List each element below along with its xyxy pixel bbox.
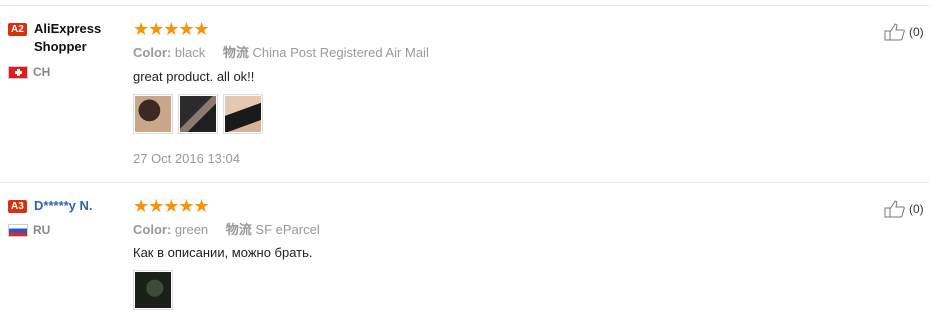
country-code: RU <box>33 223 51 237</box>
review-photo-thumbnail[interactable] <box>178 94 218 134</box>
review-content: ★★★★★ Color: black 物流 China Post Registe… <box>133 19 429 166</box>
review-date: 27 Oct 2016 13:04 <box>133 151 240 166</box>
buyer-level-badge: A3 <box>8 200 27 213</box>
review-meta: Color: black 物流 China Post Registered Ai… <box>133 42 429 61</box>
star-rating: ★★★★★ <box>133 196 210 216</box>
helpful-button[interactable]: (0) <box>884 200 924 218</box>
review-text: great product. all ok!! <box>133 69 255 84</box>
shipping-value: China Post Registered Air Mail <box>252 45 429 60</box>
color-label: Color: <box>133 45 172 60</box>
color-value: green <box>174 222 209 237</box>
thumb-up-icon <box>884 200 905 218</box>
star-rating: ★★★★★ <box>133 19 210 39</box>
review-photo-thumbnail[interactable] <box>223 94 263 134</box>
helpful-count: (0) <box>909 202 924 216</box>
review-content: ★★★★★ Color: green 物流 SF eParcel Как в о… <box>133 196 320 310</box>
top-divider <box>0 5 930 6</box>
review-photo-thumbnail[interactable] <box>133 270 173 310</box>
review-text: Как в описании, можно брать. <box>133 245 313 260</box>
reviewer-name[interactable]: D*****y N. <box>34 198 93 213</box>
helpful-count: (0) <box>909 25 924 39</box>
helpful-button[interactable]: (0) <box>884 23 924 41</box>
reviewer-info: A2 AliExpress Shopper CH <box>8 20 128 80</box>
reviewer-country: CH <box>8 65 51 80</box>
review-divider <box>0 182 930 183</box>
review-photos <box>133 270 173 310</box>
shipping-label: 物流 <box>222 45 249 60</box>
color-value: black <box>174 45 206 60</box>
reviewer-name: AliExpress Shopper <box>34 21 102 54</box>
review-meta: Color: green 物流 SF eParcel <box>133 219 320 238</box>
review-photo-thumbnail[interactable] <box>133 94 173 134</box>
buyer-level-badge: A2 <box>8 23 27 36</box>
country-code: CH <box>33 65 51 79</box>
reviewer-country: RU <box>8 223 51 238</box>
shipping-label: 物流 <box>225 222 252 237</box>
thumb-up-icon <box>884 23 905 41</box>
reviewer-info: A3 D*****y N. RU <box>8 197 128 238</box>
swiss-flag-icon <box>8 66 28 80</box>
russia-flag-icon <box>8 224 28 238</box>
review-photos <box>133 94 263 134</box>
shipping-value: SF eParcel <box>255 222 320 237</box>
color-label: Color: <box>133 222 172 237</box>
